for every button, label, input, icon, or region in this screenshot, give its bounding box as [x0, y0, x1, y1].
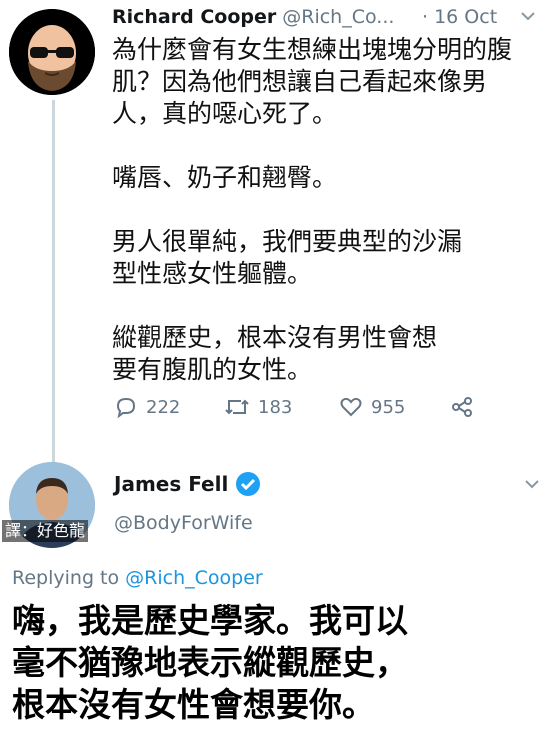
like-count: 955 — [371, 396, 406, 418]
tweet-text: 為什麼會有女生想練出塊塊分明的腹肌？因為他們想讓自己看起來像男人，真的噁心死了。… — [112, 34, 542, 386]
verified-icon — [236, 472, 260, 496]
tweet-paragraph: 縱觀歷史，根本沒有男性會想要有腹肌的女性。 — [112, 323, 438, 384]
chevron-down-icon[interactable] — [522, 474, 542, 499]
share-button[interactable] — [450, 395, 474, 419]
replying-prefix: Replying to — [12, 567, 126, 589]
author-handle[interactable]: @BodyForWife — [114, 512, 253, 534]
reply-icon — [116, 397, 136, 419]
share-icon — [452, 397, 472, 417]
like-button[interactable]: 955 — [339, 395, 405, 419]
replying-to: Replying to @Rich_Cooper — [12, 567, 263, 589]
like-icon — [340, 397, 362, 417]
author-handle[interactable]: @Rich_Co... — [282, 6, 394, 28]
avatar[interactable] — [9, 9, 95, 95]
thread-connector-line — [52, 100, 55, 465]
reply-count: 222 — [146, 396, 181, 418]
tweet-paragraph: 為什麼會有女生想練出塊塊分明的腹肌？因為他們想讓自己看起來像男人，真的噁心死了。 — [112, 35, 513, 128]
retweet-icon — [225, 399, 249, 415]
tweet-line: 毫不猶豫地表示縱觀歷史， — [12, 643, 408, 682]
tweet-line: 根本沒有女性會想要你。 — [12, 685, 375, 724]
tweet-date[interactable]: · 16 Oct — [422, 6, 497, 28]
tweet-header: Richard Cooper @Rich_Co... · 16 Oct — [112, 6, 542, 36]
author-name[interactable]: Richard Cooper — [112, 6, 276, 28]
tweet-paragraph: 男人很單純，我們要典型的沙漏型性感女性軀體。 — [112, 227, 463, 288]
chevron-down-icon[interactable] — [518, 6, 538, 31]
retweet-button[interactable]: 183 — [224, 395, 292, 419]
tweet-actions: 222 183 955 — [114, 395, 514, 425]
author-name[interactable]: James Fell — [114, 472, 228, 496]
tweet-line: 嗨，我是歷史學家。我可以 — [12, 601, 408, 640]
tweet-text: 嗨，我是歷史學家。我可以 毫不猶豫地表示縱觀歷史， 根本沒有女性會想要你。 — [12, 600, 542, 726]
mention-link[interactable]: @Rich_Cooper — [125, 567, 263, 589]
avatar-bald-sunglasses-icon — [9, 9, 95, 95]
translator-watermark: 譯：好色龍 — [2, 520, 89, 542]
reply-button[interactable]: 222 — [114, 395, 180, 419]
retweet-count: 183 — [258, 396, 293, 418]
tweet-paragraph: 嘴唇、奶子和翹臀。 — [112, 163, 338, 192]
